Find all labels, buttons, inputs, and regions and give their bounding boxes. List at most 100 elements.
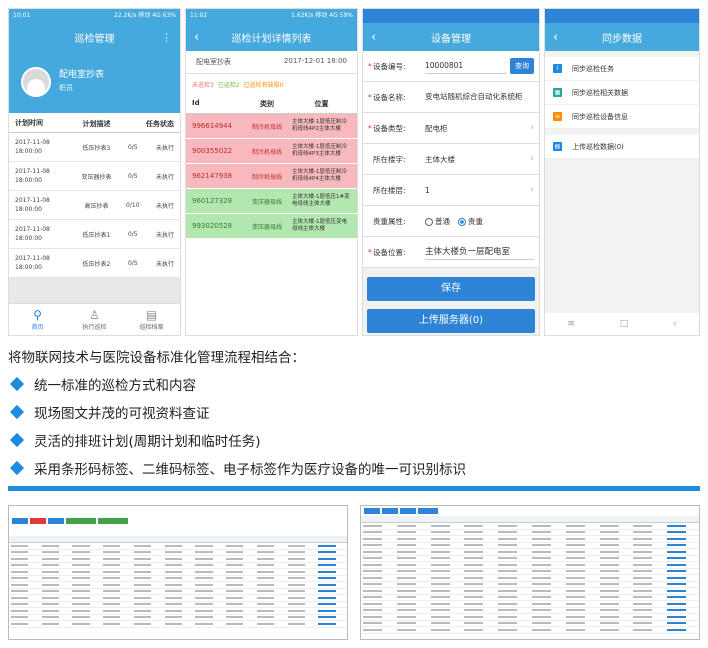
row-position: 主体大楼-1层低压制冷机母线4P3主体大楼 xyxy=(292,144,347,157)
table-row[interactable]: 996614944 制冷机母线 主体大楼-1层低压制冷机母线4P2主体大楼 xyxy=(186,114,357,139)
row-count: 0/5 xyxy=(127,143,138,151)
desktop-screenshot-plans xyxy=(8,505,348,640)
phone-sync-data: ‹ 同步数据 i 同步巡检任务 ▦ 同步巡检相关数据 ≡ 同步巡检设备信息 ▤ 上传巡检数… xyxy=(544,8,700,336)
bullet-item: 灵活的排班计划(周期计划和临时任务) xyxy=(8,430,261,450)
row-desc: 低压抄表2 xyxy=(82,260,111,268)
field-floor[interactable]: 所在楼层: 1 › xyxy=(363,175,539,206)
user-name: 配电室抄表 xyxy=(59,70,105,80)
row-status: 未执行 xyxy=(155,202,174,210)
menu-icon[interactable]: ≡ xyxy=(567,319,575,329)
back-icon[interactable]: ‹ xyxy=(194,30,199,45)
user-profile: 配电室抄表 职员 xyxy=(9,51,180,113)
device-code-input[interactable]: 10000801 xyxy=(425,58,506,74)
table-row[interactable]: 960127328 变压器母线 主体大楼-1层低压1#变电母线主体大楼 xyxy=(186,189,357,214)
tab-bar: ⚲ 首页 ♙ 执行巡检 ▤ 巡检档案 xyxy=(9,303,180,335)
page-title: 巡检管理 xyxy=(74,33,115,45)
radio-valuable[interactable]: 贵重 xyxy=(458,216,483,227)
back-nav-icon[interactable]: ‹ xyxy=(673,319,677,329)
legend-inspected: 已巡检2 xyxy=(217,82,240,89)
query-button[interactable]: 查询 xyxy=(510,58,534,74)
row-id: 960127328 xyxy=(192,197,233,205)
tab-home[interactable]: ⚲ 首页 xyxy=(9,304,66,335)
field-building[interactable]: 所在楼宇: 主体大楼 › xyxy=(363,144,539,175)
row-time: 2017-11-08 18:00:00 xyxy=(15,255,50,271)
row-time: 2017-11-08 18:00:00 xyxy=(15,168,50,184)
phone-device-management: ‹ 设备管理 * 设备编号: 10000801 查询 * 设备名称: 变电站随机综合自动化系… xyxy=(362,8,540,336)
app-header: ‹ 同步数据 xyxy=(545,23,699,51)
row-desc: 变压器抄表 xyxy=(81,173,112,181)
upload-data-item[interactable]: ▤ 上传巡检数据(0) xyxy=(545,135,699,159)
diamond-bullet-icon xyxy=(9,432,25,448)
tab-execute[interactable]: ♙ 执行巡检 xyxy=(66,304,123,335)
row-type: 变压器母线 xyxy=(251,223,282,231)
sync-related-data-item[interactable]: ▦ 同步巡检相关数据 xyxy=(545,81,699,105)
sync-tasks-item[interactable]: i 同步巡检任务 xyxy=(545,57,699,81)
page-title: 同步数据 xyxy=(602,33,642,45)
table-row[interactable]: 962147938 制冷机母线 主体大楼-1层低压制冷机母线4P4主体大楼 xyxy=(186,164,357,189)
row-type: 变压器母线 xyxy=(251,198,282,206)
row-type: 制冷机母线 xyxy=(251,173,282,181)
field-name: * 设备名称: 变电站随机综合自动化系统柜 xyxy=(363,82,539,113)
header-status: 任务状态 xyxy=(146,120,174,128)
sync-device-info-item[interactable]: ≡ 同步巡检设备信息 xyxy=(545,105,699,129)
back-icon[interactable]: ‹ xyxy=(371,30,376,45)
table-row[interactable]: 2017-11-08 18:00:00 低压抄表2 0/5 未执行 xyxy=(9,249,180,278)
table-row[interactable]: 993020528 变压器母线 主体大楼-1层低压变电母线主体大楼 xyxy=(186,214,357,239)
status-bar: 10:01 22.2K/s 移动 4G 63% xyxy=(9,9,180,23)
table-row[interactable]: 2017-11-08 18:00:00 高压抄表 0/10 未执行 xyxy=(9,191,180,220)
upload-icon: ▤ xyxy=(553,142,562,151)
field-type[interactable]: * 设备类型: 配电柜 › xyxy=(363,113,539,144)
status-bar xyxy=(545,9,699,23)
desktop-table-row[interactable] xyxy=(361,627,699,634)
row-desc: 低压抄表1 xyxy=(82,231,111,239)
phone-plan-details: 11:02 1.62K/s 移动 4G 59% ‹ 巡检计划详情列表 配电室抄表 20… xyxy=(185,8,358,336)
tab-archive[interactable]: ▤ 巡检档案 xyxy=(123,304,180,335)
page-title: 设备管理 xyxy=(431,33,471,45)
app-header: 巡检管理 ⋮ xyxy=(9,23,180,51)
save-button[interactable]: 保存 xyxy=(367,277,535,301)
radio-normal[interactable]: 普通 xyxy=(425,216,450,227)
row-status: 未执行 xyxy=(155,173,174,181)
row-time: 2017-11-08 18:00:00 xyxy=(15,139,50,155)
field-location: * 设备位置: 主体大楼负一层配电室 xyxy=(363,237,539,268)
legend-uninspected: 未巡检3 xyxy=(192,82,214,89)
device-location-input[interactable]: 主体大楼负一层配电室 xyxy=(425,244,534,260)
row-count: 0/10 xyxy=(126,201,140,209)
clipboard-icon: ▤ xyxy=(145,308,158,322)
row-id: 993020528 xyxy=(192,222,233,230)
status-indicators: 22.2K/s 移动 4G 63% xyxy=(114,12,176,19)
table-row[interactable]: 2017-11-08 18:00:00 低压抄表1 0/5 未执行 xyxy=(9,220,180,249)
device-name-input[interactable]: 变电站随机综合自动化系统柜 xyxy=(425,89,534,105)
row-time: 2017-11-08 18:00:00 xyxy=(15,226,50,242)
search-icon: ⚲ xyxy=(33,308,42,322)
home-icon[interactable]: □ xyxy=(620,319,629,329)
table-row[interactable]: 2017-11-08 18:00:00 变压器抄表 0/5 未执行 xyxy=(9,162,180,191)
row-id: 900355022 xyxy=(192,147,233,155)
row-id: 962147938 xyxy=(192,172,233,180)
table-row[interactable]: 900355022 制冷机母线 主体大楼-1层低压制冷机母线4P3主体大楼 xyxy=(186,139,357,164)
row-position: 主体大楼-1层低压变电母线主体大楼 xyxy=(292,219,347,232)
back-icon[interactable]: ‹ xyxy=(553,30,558,45)
row-count: 0/5 xyxy=(127,259,138,267)
row-type: 制冷机母线 xyxy=(251,123,282,131)
upload-button[interactable]: 上传服务器(0) xyxy=(367,309,535,333)
desktop-table-row[interactable] xyxy=(9,621,347,628)
app-header: ‹ 设备管理 xyxy=(363,23,539,51)
desktop-table-header xyxy=(361,516,699,523)
status-bar: 11:02 1.62K/s 移动 4G 59% xyxy=(186,9,357,23)
divider-bar xyxy=(8,486,700,491)
list-icon: ≡ xyxy=(553,112,562,121)
more-icon[interactable]: ⋮ xyxy=(161,31,172,44)
info-icon: i xyxy=(553,64,562,73)
table-row[interactable]: 2017-11-08 18:00:00 低压抄表3 0/5 未执行 xyxy=(9,133,180,162)
diamond-bullet-icon xyxy=(9,460,25,476)
app-header: ‹ 巡检计划详情列表 xyxy=(186,23,357,51)
header-time: 计划时间 xyxy=(15,119,43,127)
field-code: * 设备编号: 10000801 查询 xyxy=(363,51,539,82)
row-id: 996614944 xyxy=(192,122,233,130)
row-time: 2017-11-08 18:00:00 xyxy=(15,197,50,213)
plan-time: 2017-12-01 18:00 xyxy=(283,57,347,65)
user-role: 职员 xyxy=(59,84,73,92)
diamond-bullet-icon xyxy=(9,376,25,392)
bullet-item: 现场图文并茂的可视资料查证 xyxy=(8,402,210,422)
